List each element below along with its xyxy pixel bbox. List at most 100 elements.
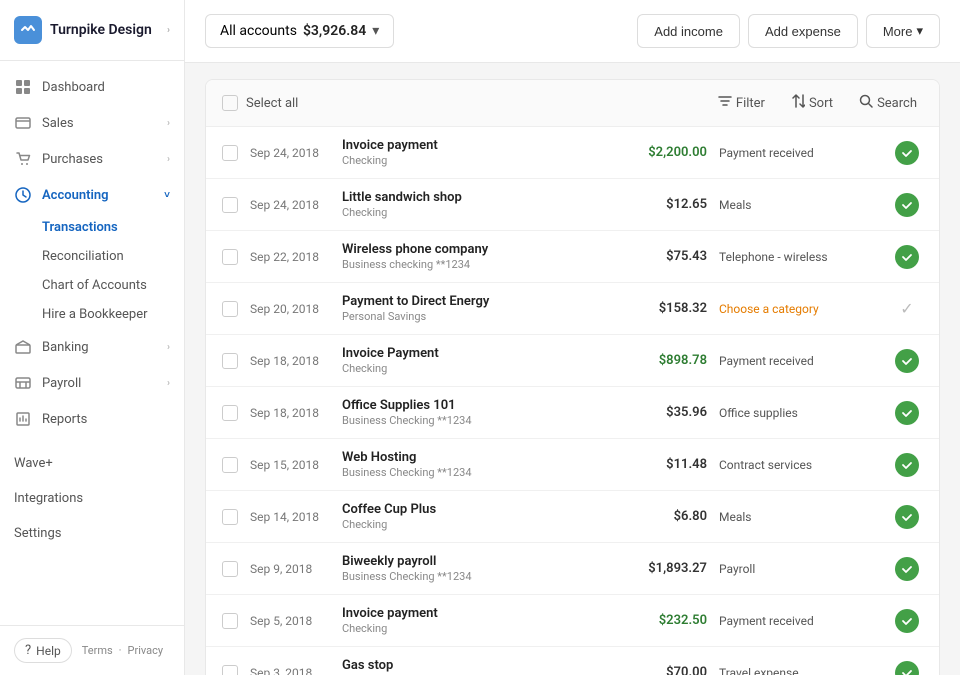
sort-icon — [791, 94, 805, 112]
row-category: Meals — [719, 198, 879, 212]
row-checkbox[interactable] — [222, 509, 238, 525]
accounting-subnav: Transactions Reconciliation Chart of Acc… — [0, 213, 184, 329]
help-button[interactable]: ? Help — [14, 638, 72, 663]
row-account: Checking — [342, 622, 610, 635]
filter-button[interactable]: Filter — [712, 90, 771, 116]
table-row: Sep 14, 2018 Coffee Cup Plus Checking $6… — [206, 491, 939, 543]
row-date: Sep 15, 2018 — [250, 458, 330, 472]
row-name: Web Hosting — [342, 450, 610, 465]
account-dropdown-icon: ▾ — [372, 23, 379, 39]
table-row: Sep 3, 2018 Gas stop Checking $70.00 Tra… — [206, 647, 939, 675]
subnav-transactions[interactable]: Transactions — [42, 213, 184, 242]
subnav-reconciliation[interactable]: Reconciliation — [42, 242, 184, 271]
purchases-icon — [14, 150, 32, 168]
row-info: Invoice payment Checking — [342, 138, 610, 167]
add-expense-button[interactable]: Add expense — [748, 14, 858, 48]
reports-label: Reports — [42, 412, 87, 427]
row-info: Little sandwich shop Checking — [342, 190, 610, 219]
sales-label: Sales — [42, 116, 74, 131]
row-info: Biweekly payroll Business Checking **123… — [342, 554, 610, 583]
row-checkbox[interactable] — [222, 249, 238, 265]
row-date: Sep 14, 2018 — [250, 510, 330, 524]
search-button[interactable]: Search — [853, 90, 923, 116]
sidebar-item-banking[interactable]: Banking › — [0, 329, 184, 365]
row-info: Coffee Cup Plus Checking — [342, 502, 610, 531]
status-checked-icon — [895, 609, 919, 633]
row-checkbox[interactable] — [222, 197, 238, 213]
sidebar-item-payroll[interactable]: Payroll › — [0, 365, 184, 401]
divider: · — [119, 644, 122, 657]
wave-plus-link[interactable]: Wave+ — [14, 449, 170, 478]
subnav-hire-bookkeeper[interactable]: Hire a Bookkeeper — [42, 300, 184, 329]
table-row: Sep 18, 2018 Invoice Payment Checking $8… — [206, 335, 939, 387]
payroll-icon — [14, 374, 32, 392]
row-amount: $6.80 — [622, 509, 707, 524]
company-name: Turnpike Design — [50, 22, 152, 38]
subnav-chart-of-accounts[interactable]: Chart of Accounts — [42, 271, 184, 300]
table-row: Sep 15, 2018 Web Hosting Business Checki… — [206, 439, 939, 491]
row-checkbox[interactable] — [222, 665, 238, 675]
sidebar-item-sales[interactable]: Sales › — [0, 105, 184, 141]
select-all-row[interactable]: Select all — [222, 95, 298, 111]
filter-icon — [718, 94, 732, 112]
row-checkbox[interactable] — [222, 301, 238, 317]
transactions-list: Sep 24, 2018 Invoice payment Checking $2… — [206, 127, 939, 675]
status-checked-icon — [895, 401, 919, 425]
row-date: Sep 24, 2018 — [250, 146, 330, 160]
row-checkbox[interactable] — [222, 561, 238, 577]
row-info: Web Hosting Business Checking **1234 — [342, 450, 610, 479]
purchases-label: Purchases — [42, 152, 103, 167]
sales-chevron-icon: › — [167, 118, 170, 129]
row-checkbox[interactable] — [222, 457, 238, 473]
row-amount: $1,893.27 — [622, 561, 707, 576]
account-selector[interactable]: All accounts $3,926.84 ▾ — [205, 14, 394, 48]
sidebar-item-reports[interactable]: Reports — [0, 401, 184, 437]
row-checkbox[interactable] — [222, 145, 238, 161]
row-account: Personal Savings — [342, 310, 610, 323]
settings-link[interactable]: Settings — [14, 519, 170, 548]
terms-link[interactable]: Terms — [82, 644, 113, 657]
row-category: Payment received — [719, 354, 879, 368]
row-status — [891, 453, 923, 477]
help-circle-icon: ? — [25, 643, 31, 658]
row-checkbox[interactable] — [222, 405, 238, 421]
sidebar-item-purchases[interactable]: Purchases › — [0, 141, 184, 177]
row-info: Gas stop Checking — [342, 658, 610, 675]
sidebar-item-dashboard[interactable]: Dashboard — [0, 69, 184, 105]
select-all-checkbox[interactable] — [222, 95, 238, 111]
row-category: Contract services — [719, 458, 879, 472]
sidebar-item-accounting[interactable]: Accounting ˅ — [0, 177, 184, 213]
header-actions: Add income Add expense More ▾ — [637, 14, 940, 48]
row-info: Payment to Direct Energy Personal Saving… — [342, 294, 610, 323]
sidebar-header[interactable]: Turnpike Design › — [0, 0, 184, 61]
banking-icon — [14, 338, 32, 356]
row-category[interactable]: Choose a category — [719, 302, 879, 316]
row-status — [891, 661, 923, 675]
status-checked-icon — [895, 505, 919, 529]
row-checkbox[interactable] — [222, 353, 238, 369]
row-status — [891, 609, 923, 633]
table-row: Sep 18, 2018 Office Supplies 101 Busines… — [206, 387, 939, 439]
more-button[interactable]: More ▾ — [866, 14, 940, 48]
sidebar-footer: ? Help Terms · Privacy — [0, 625, 184, 675]
status-checked-icon — [895, 349, 919, 373]
privacy-link[interactable]: Privacy — [128, 644, 164, 657]
row-account: Checking — [342, 518, 610, 531]
sort-button[interactable]: Sort — [785, 90, 839, 116]
add-income-button[interactable]: Add income — [637, 14, 740, 48]
row-info: Wireless phone company Business checking… — [342, 242, 610, 271]
row-account: Business checking **1234 — [342, 258, 610, 271]
row-name: Coffee Cup Plus — [342, 502, 610, 517]
status-checked-icon — [895, 245, 919, 269]
accounting-label: Accounting — [42, 188, 109, 203]
row-category: Telephone - wireless — [719, 250, 879, 264]
row-account: Business Checking **1234 — [342, 466, 610, 479]
integrations-link[interactable]: Integrations — [14, 484, 170, 513]
row-category: Payment received — [719, 146, 879, 160]
row-name: Payment to Direct Energy — [342, 294, 610, 309]
row-amount: $35.96 — [622, 405, 707, 420]
sort-label: Sort — [809, 96, 833, 111]
status-checked-icon — [895, 193, 919, 217]
row-status — [891, 349, 923, 373]
row-checkbox[interactable] — [222, 613, 238, 629]
